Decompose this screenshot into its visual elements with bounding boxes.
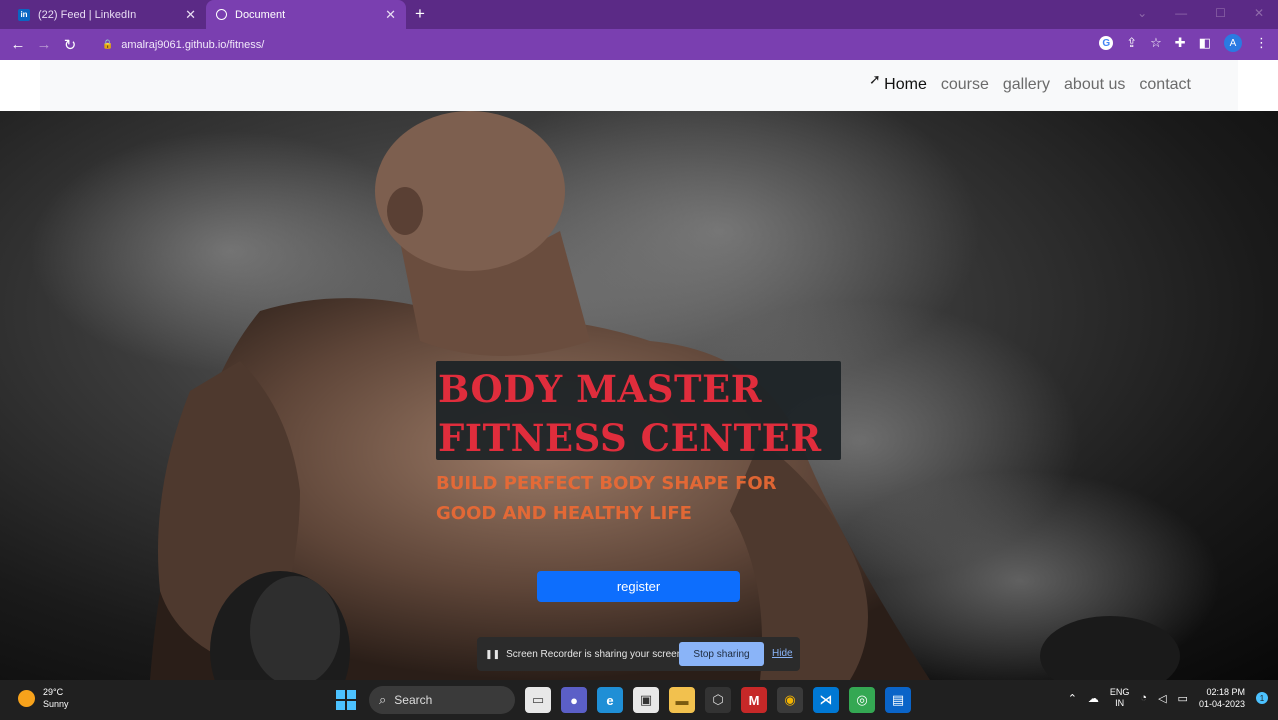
folder-icon[interactable]: ▬ — [669, 687, 695, 713]
minimize-icon[interactable]: — — [1175, 6, 1187, 20]
nav-gallery[interactable]: gallery — [1003, 76, 1050, 94]
chevron-up-icon[interactable]: ⌃ — [1068, 692, 1077, 705]
sun-icon — [18, 689, 35, 707]
camera-app-icon[interactable]: ▤ — [885, 687, 911, 713]
chrome-profile-icon[interactable]: ◎ — [849, 687, 875, 713]
linkedin-icon: in — [18, 8, 30, 21]
volume-icon[interactable]: ◁ — [1158, 692, 1166, 705]
maximize-icon[interactable]: ☐ — [1215, 6, 1226, 20]
share-icon[interactable]: ⇪ — [1126, 35, 1137, 51]
search-icon: ⌕ — [379, 692, 387, 707]
tab-label: Document — [235, 8, 286, 21]
reload-icon[interactable]: ↻ — [57, 36, 83, 54]
teams-icon[interactable]: ● — [561, 687, 587, 713]
stop-sharing-button[interactable]: Stop sharing — [679, 642, 764, 666]
close-icon[interactable]: ✕ — [185, 7, 196, 23]
lang-line-2: IN — [1115, 698, 1125, 708]
nav-home[interactable]: Home — [884, 76, 927, 94]
cloud-icon[interactable]: ☁ — [1088, 692, 1099, 705]
star-icon[interactable]: ☆ — [1150, 35, 1162, 51]
system-tray: ⌃ ☁ ENG IN ◔ ◁ ▭ 02:18 PM 01-04-2023 1 — [1068, 686, 1268, 710]
clock-time: 02:18 PM — [1206, 687, 1245, 697]
new-tab-button[interactable]: + — [415, 4, 425, 24]
close-window-icon[interactable]: ✕ — [1254, 6, 1264, 20]
window-controls: ⌄ — ☐ ✕ — [1137, 6, 1264, 20]
chrome-icon[interactable]: ◉ — [777, 687, 803, 713]
address-bar[interactable]: 🔒 amalraj9061.github.io/fitness/ — [90, 33, 1080, 56]
nav-about-us[interactable]: about us — [1064, 76, 1125, 94]
search-label: Search — [394, 693, 433, 707]
back-icon[interactable]: ← — [5, 36, 31, 53]
hero-title-box: BODY MASTER FITNESS CENTER — [436, 361, 841, 460]
forward-icon[interactable]: → — [31, 36, 57, 53]
clock-date: 01-04-2023 — [1198, 699, 1245, 709]
screen-share-bar: ❚❚ Screen Recorder is sharing your scree… — [477, 637, 800, 671]
register-button[interactable]: register — [537, 571, 740, 602]
lang-line-1: ENG — [1109, 687, 1130, 697]
pause-icon: ❚❚ — [485, 648, 501, 659]
nav-contact[interactable]: contact — [1139, 76, 1191, 94]
navbar-container: Home course gallery about us contact — [40, 60, 1238, 111]
settings-hex-icon[interactable]: ⬡ — [705, 687, 731, 713]
menu-icon[interactable]: ⋮ — [1255, 35, 1268, 51]
wifi-icon[interactable]: ◔ — [1140, 692, 1147, 704]
vscode-icon[interactable]: ⋊ — [813, 687, 839, 713]
nav-links: Home course gallery about us contact — [884, 76, 1191, 94]
share-message: Screen Recorder is sharing your screen. — [506, 648, 686, 660]
hero-section: BODY MASTER FITNESS CENTER BUILD PERFECT… — [0, 111, 1278, 680]
task-view-icon[interactable]: ▭ — [525, 687, 551, 713]
side-panel-icon[interactable]: ◧ — [1199, 35, 1211, 51]
mouse-cursor-icon: ➚ — [869, 71, 881, 87]
weather-desc: Sunny — [43, 699, 69, 709]
url-text[interactable]: amalraj9061.github.io/fitness/ — [121, 39, 264, 51]
nav-course[interactable]: course — [941, 76, 989, 94]
notification-icon[interactable]: 1 — [1256, 692, 1268, 704]
weather-widget[interactable]: 29°C Sunny — [18, 686, 69, 710]
windows-start-icon[interactable] — [333, 687, 359, 713]
taskbar-apps: ⌕ Search ▭ ● e ▣ ▬ ⬡ M ◉ ⋊ ◎ ▤ — [333, 686, 911, 714]
battery-icon[interactable]: ▭ — [1178, 692, 1188, 705]
hide-link[interactable]: Hide — [772, 648, 793, 659]
lock-icon[interactable]: 🔒 — [102, 39, 113, 50]
globe-icon — [216, 9, 227, 20]
weather-text: 29°C Sunny — [43, 686, 69, 710]
language-indicator[interactable]: ENG IN — [1110, 687, 1130, 709]
google-icon[interactable]: G — [1099, 36, 1114, 50]
weather-temp: 29°C — [43, 687, 64, 697]
store-icon[interactable]: ▣ — [633, 687, 659, 713]
tab-linkedin[interactable]: in (22) Feed | LinkedIn ✕ — [8, 0, 206, 29]
clock[interactable]: 02:18 PM 01-04-2023 — [1199, 686, 1245, 710]
close-icon[interactable]: ✕ — [385, 7, 396, 23]
hero-title-line-1: BODY MASTER — [438, 367, 762, 411]
taskbar: 29°C Sunny ⌕ Search ▭ ● e ▣ ▬ ⬡ M ◉ ⋊ ◎ … — [0, 680, 1278, 720]
site-navbar: Home course gallery about us contact — [0, 60, 1278, 111]
hero-title: BODY MASTER FITNESS CENTER — [438, 365, 822, 463]
hero-title-line-2: FITNESS CENTER — [438, 416, 822, 460]
tab-document[interactable]: Document ✕ — [206, 0, 406, 29]
edge-icon[interactable]: e — [597, 687, 623, 713]
chevron-down-icon[interactable]: ⌄ — [1137, 6, 1147, 20]
browser-tabstrip: in (22) Feed | LinkedIn ✕ Document ✕ + ⌄… — [0, 0, 1278, 29]
tab-label: (22) Feed | LinkedIn — [38, 8, 137, 21]
avatar[interactable]: A — [1224, 34, 1242, 52]
browser-toolbar: ← → ↻ 🔒 amalraj9061.github.io/fitness/ G… — [0, 29, 1278, 60]
mcafee-icon[interactable]: M — [741, 687, 767, 713]
taskbar-search[interactable]: ⌕ Search — [369, 686, 515, 714]
hero-tagline: BUILD PERFECT BODY SHAPE FOR GOOD AND HE… — [436, 473, 777, 524]
toolbar-icons: G ⇪ ☆ ✚ ◧ A ⋮ — [1099, 34, 1268, 52]
extensions-icon[interactable]: ✚ — [1175, 35, 1186, 51]
